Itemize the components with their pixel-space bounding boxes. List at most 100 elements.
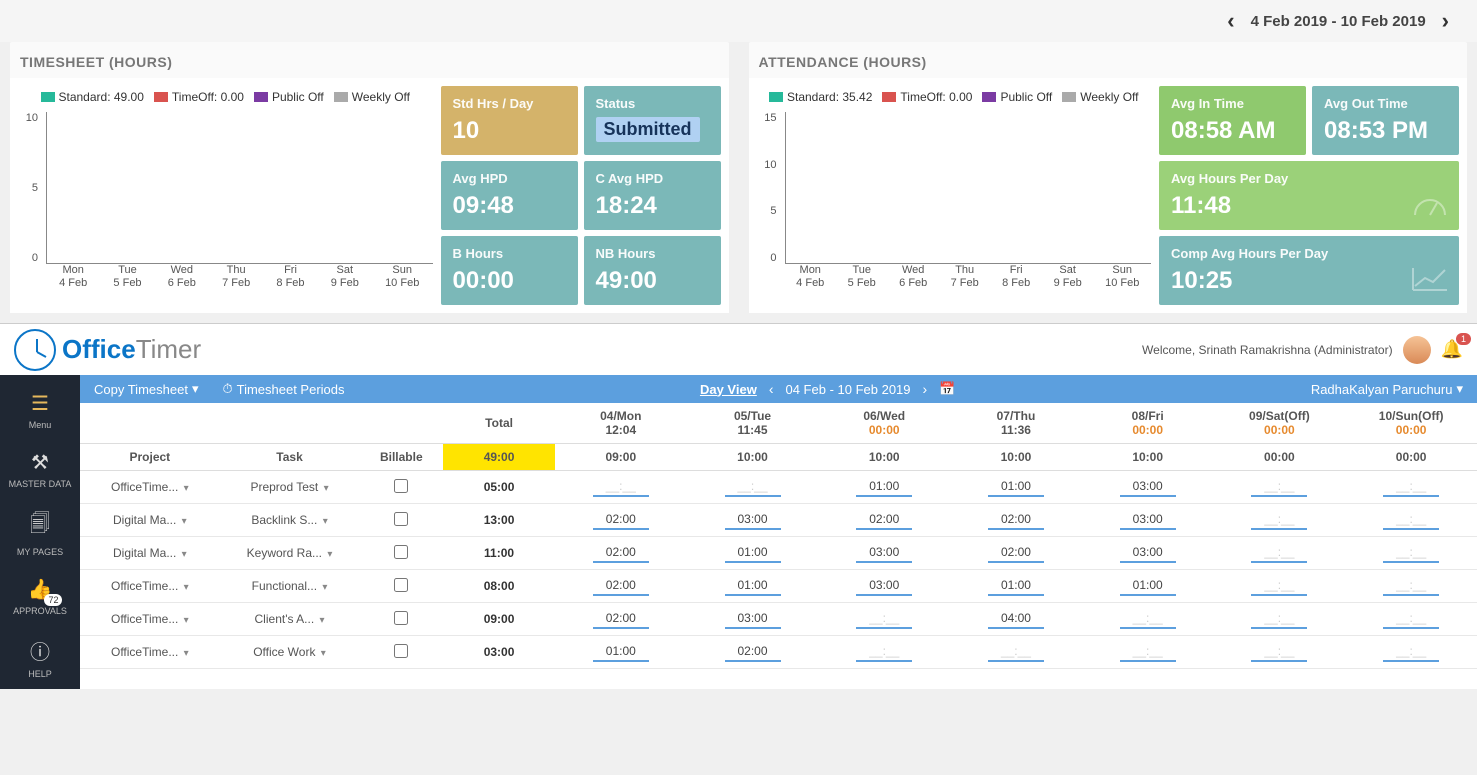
time-cell: __:__ xyxy=(950,636,1082,669)
day-header: 04/Mon12:04 xyxy=(555,403,687,444)
time-cell: 02:00 xyxy=(555,603,687,636)
time-input[interactable]: __:__ xyxy=(1383,609,1439,629)
copy-timesheet-dropdown[interactable]: Copy Timesheet ▾ xyxy=(94,381,198,397)
time-input[interactable]: __:__ xyxy=(1383,543,1439,563)
project-cell[interactable]: OfficeTime... ▾ xyxy=(80,570,220,603)
billable-checkbox[interactable] xyxy=(394,578,408,592)
calendar-icon[interactable]: 📅 xyxy=(939,381,955,397)
time-input[interactable]: __:__ xyxy=(1251,642,1307,662)
time-input[interactable]: __:__ xyxy=(1251,510,1307,530)
time-input[interactable]: 03:00 xyxy=(725,609,781,629)
legend-swatch-timeoff xyxy=(154,92,168,102)
tile-cavg-hpd: C Avg HPD18:24 xyxy=(584,161,721,230)
app-header: OfficeTimer Welcome, Srinath Ramakrishna… xyxy=(0,323,1477,375)
time-input[interactable]: __:__ xyxy=(1251,477,1307,497)
row-total: 08:00 xyxy=(443,570,555,603)
time-input[interactable]: __:__ xyxy=(1251,576,1307,596)
project-cell[interactable]: OfficeTime... ▾ xyxy=(80,471,220,504)
task-cell[interactable]: Functional... ▾ xyxy=(220,570,360,603)
next-week-icon[interactable]: › xyxy=(923,381,928,397)
day-view-link[interactable]: Day View xyxy=(700,382,757,397)
time-input[interactable]: 03:00 xyxy=(725,510,781,530)
time-cell: 02:00 xyxy=(555,537,687,570)
x-axis-label: Tue5 Feb xyxy=(848,264,876,292)
billable-checkbox[interactable] xyxy=(394,644,408,658)
billable-checkbox-cell xyxy=(359,603,443,636)
billable-checkbox[interactable] xyxy=(394,611,408,625)
time-input[interactable]: __:__ xyxy=(725,477,781,497)
table-row: Digital Ma... ▾Backlink S... ▾13:0002:00… xyxy=(80,504,1477,537)
time-input[interactable]: __:__ xyxy=(593,477,649,497)
time-cell: 02:00 xyxy=(818,504,950,537)
brand-logo[interactable]: OfficeTimer xyxy=(14,329,201,371)
user-selector[interactable]: RadhaKalyan Paruchuru ▾ xyxy=(1311,381,1463,397)
project-cell[interactable]: OfficeTime... ▾ xyxy=(80,636,220,669)
billable-checkbox[interactable] xyxy=(394,545,408,559)
time-input[interactable]: 02:00 xyxy=(988,510,1044,530)
sidebar-my-pages[interactable]: 🗐MY PAGES xyxy=(0,499,80,567)
time-input[interactable]: 01:00 xyxy=(1120,576,1176,596)
project-cell[interactable]: Digital Ma... ▾ xyxy=(80,504,220,537)
time-input[interactable]: 02:00 xyxy=(725,642,781,662)
chevron-down-icon: ▾ xyxy=(321,648,326,659)
sidebar-master-data[interactable]: ⚒MASTER DATA xyxy=(0,440,80,499)
sidebar-help[interactable]: ⓘHELP xyxy=(0,626,80,689)
time-input[interactable]: 02:00 xyxy=(593,576,649,596)
time-input[interactable]: 02:00 xyxy=(593,543,649,563)
sidebar-approvals[interactable]: 👍72APPROVALS xyxy=(0,567,80,626)
day-total: 10:00 xyxy=(687,444,819,471)
project-cell[interactable]: OfficeTime... ▾ xyxy=(80,603,220,636)
prev-range-icon[interactable]: ‹ xyxy=(1219,8,1242,34)
time-input[interactable]: 02:00 xyxy=(593,609,649,629)
time-input[interactable]: 03:00 xyxy=(1120,477,1176,497)
time-input[interactable]: __:__ xyxy=(1120,609,1176,629)
billable-checkbox[interactable] xyxy=(394,512,408,526)
notification-bell-icon[interactable]: 🔔1 xyxy=(1441,339,1463,360)
time-input[interactable]: __:__ xyxy=(1383,510,1439,530)
time-input[interactable]: __:__ xyxy=(856,642,912,662)
time-input[interactable]: 04:00 xyxy=(988,609,1044,629)
task-cell[interactable]: Keyword Ra... ▾ xyxy=(220,537,360,570)
time-input[interactable]: __:__ xyxy=(1383,477,1439,497)
time-input[interactable]: 03:00 xyxy=(1120,543,1176,563)
time-input[interactable]: 01:00 xyxy=(988,477,1044,497)
time-input[interactable]: __:__ xyxy=(1383,576,1439,596)
task-cell[interactable]: Preprod Test ▾ xyxy=(220,471,360,504)
time-input[interactable]: 01:00 xyxy=(988,576,1044,596)
time-input[interactable]: __:__ xyxy=(1383,642,1439,662)
time-input[interactable]: __:__ xyxy=(1251,543,1307,563)
time-cell: 01:00 xyxy=(818,471,950,504)
time-input[interactable]: 02:00 xyxy=(593,510,649,530)
time-input[interactable]: __:__ xyxy=(1120,642,1176,662)
task-cell[interactable]: Client's A... ▾ xyxy=(220,603,360,636)
timesheet-periods-button[interactable]: ⏱Timesheet Periods xyxy=(222,381,344,397)
time-input[interactable]: __:__ xyxy=(988,642,1044,662)
next-range-icon[interactable]: › xyxy=(1434,8,1457,34)
pages-icon: 🗐 xyxy=(30,509,50,543)
time-input[interactable]: 01:00 xyxy=(593,642,649,662)
time-input[interactable]: __:__ xyxy=(1251,609,1307,629)
billable-checkbox[interactable] xyxy=(394,479,408,493)
time-input[interactable]: 01:00 xyxy=(725,543,781,563)
time-input[interactable]: 03:00 xyxy=(856,543,912,563)
time-input[interactable]: 02:00 xyxy=(988,543,1044,563)
attendance-widget: ATTENDANCE (HOURS) Standard: 35.42 TimeO… xyxy=(749,42,1468,313)
time-input[interactable]: 01:00 xyxy=(725,576,781,596)
project-cell[interactable]: Digital Ma... ▾ xyxy=(80,537,220,570)
time-input[interactable]: 03:00 xyxy=(1120,510,1176,530)
task-header[interactable]: Task xyxy=(220,444,360,471)
task-cell[interactable]: Backlink S... ▾ xyxy=(220,504,360,537)
x-axis-label: Thu7 Feb xyxy=(222,264,250,292)
time-input[interactable]: 01:00 xyxy=(856,477,912,497)
billable-header[interactable]: Billable xyxy=(359,444,443,471)
time-input[interactable]: 03:00 xyxy=(856,576,912,596)
time-cell: 01:00 xyxy=(555,636,687,669)
project-header[interactable]: Project xyxy=(80,444,220,471)
time-input[interactable]: __:__ xyxy=(856,609,912,629)
sidebar-menu[interactable]: ☰Menu xyxy=(0,381,80,440)
task-cell[interactable]: Office Work ▾ xyxy=(220,636,360,669)
legend-swatch-publicoff xyxy=(254,92,268,102)
avatar[interactable] xyxy=(1403,336,1431,364)
time-input[interactable]: 02:00 xyxy=(856,510,912,530)
prev-week-icon[interactable]: ‹ xyxy=(769,381,774,397)
